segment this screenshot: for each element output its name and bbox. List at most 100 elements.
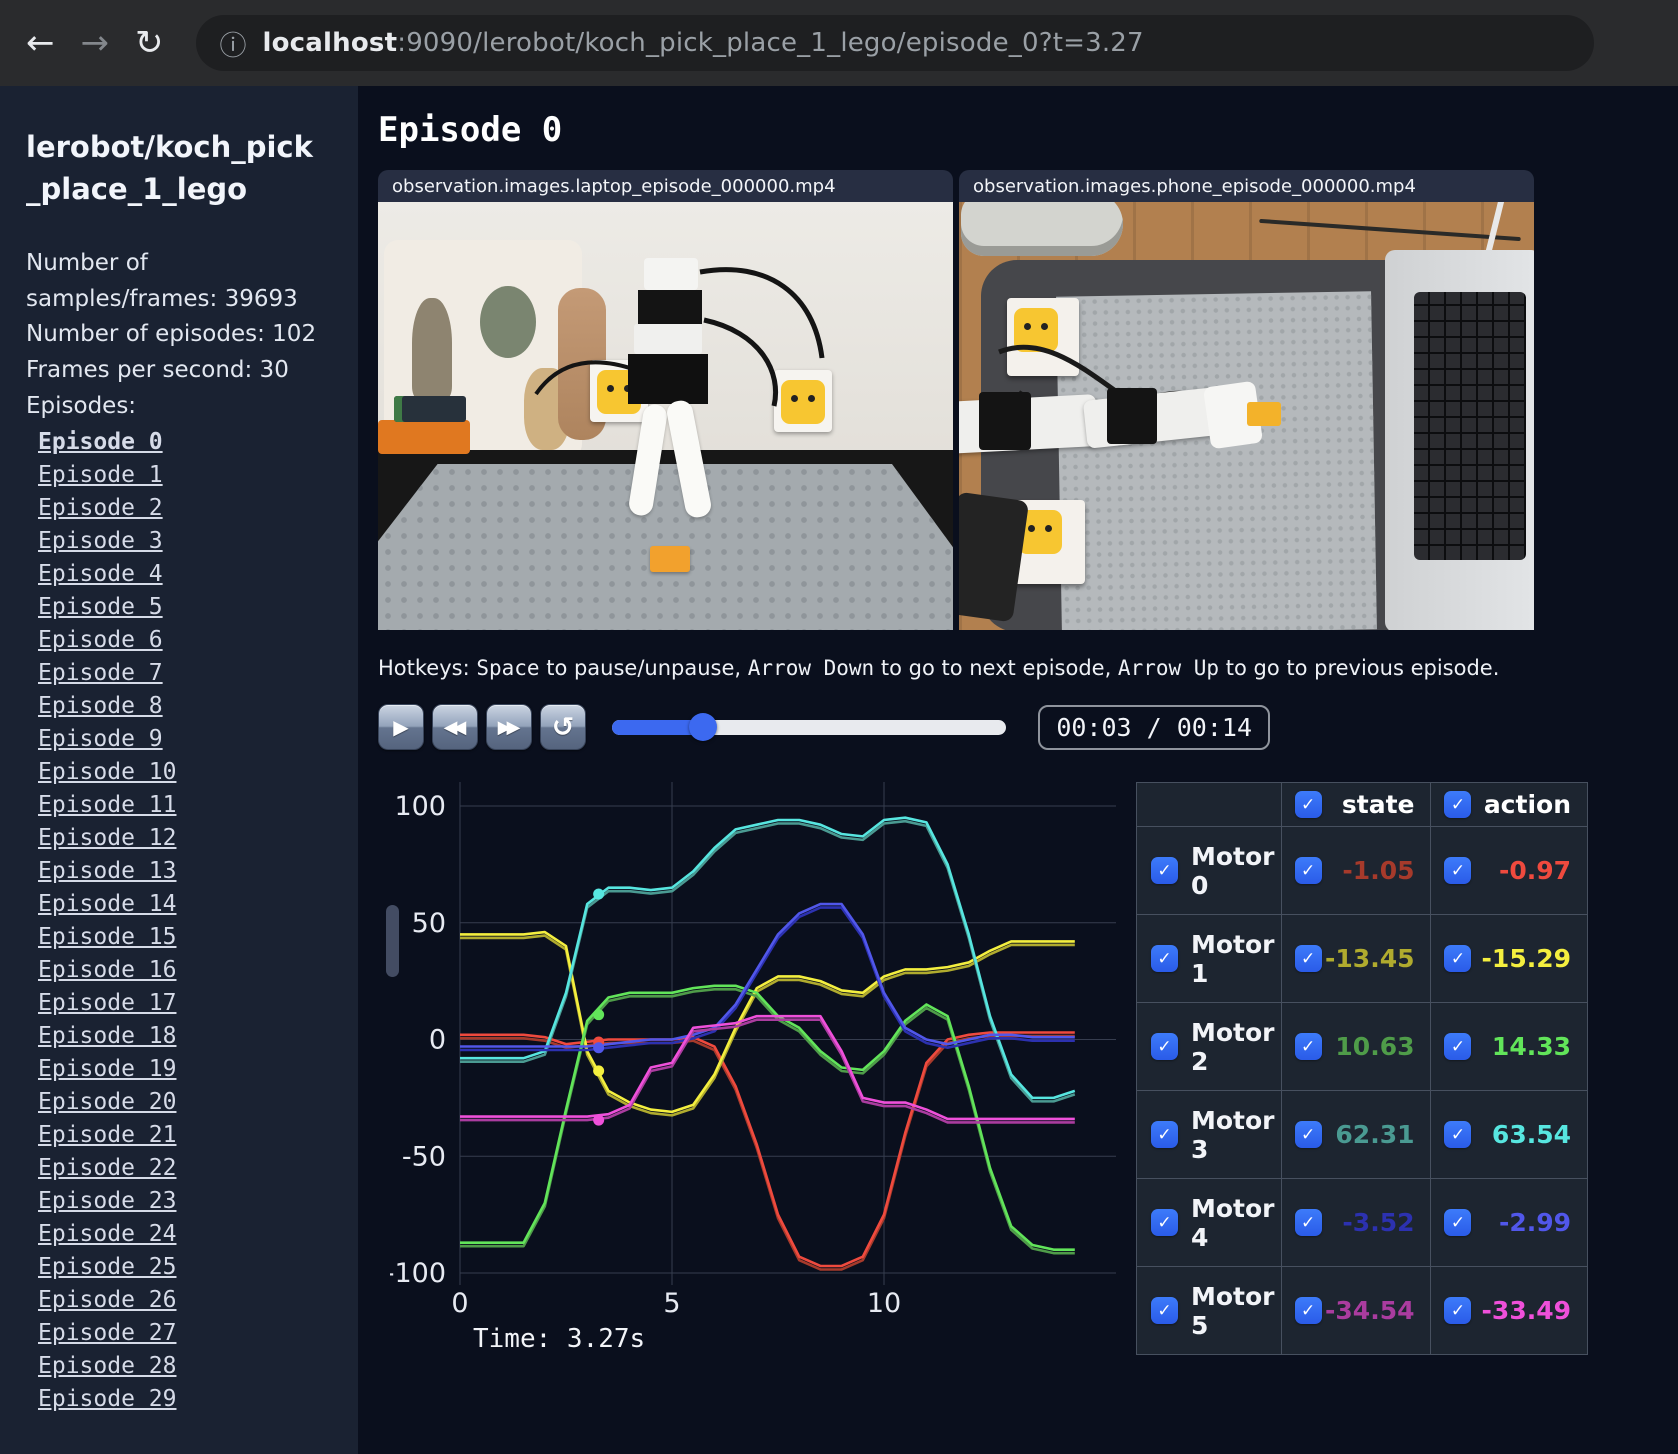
action-column-checkbox[interactable]: ✓ bbox=[1444, 791, 1472, 818]
motor-row: ✓ Motor 1 ✓ -13.45 ✓ -15.29 bbox=[1136, 914, 1588, 1003]
action-value-checkbox[interactable]: ✓ bbox=[1444, 1033, 1472, 1060]
decor-robot-joint bbox=[979, 392, 1031, 450]
sidebar-episode-link[interactable]: Episode 13 bbox=[38, 855, 358, 888]
sidebar-episode-link[interactable]: Episode 14 bbox=[38, 888, 358, 921]
svg-text:-50: -50 bbox=[402, 1141, 446, 1172]
forward-icon[interactable]: → bbox=[81, 26, 110, 60]
sidebar-episode-link[interactable]: Episode 12 bbox=[38, 822, 358, 855]
action-value: 14.33 bbox=[1491, 1032, 1571, 1061]
motor-label: Motor 4 bbox=[1191, 1193, 1275, 1252]
motor-label: Motor 2 bbox=[1191, 1017, 1275, 1076]
state-value-checkbox[interactable]: ✓ bbox=[1294, 1033, 1322, 1060]
sidebar-episode-link[interactable]: Episode 10 bbox=[38, 756, 358, 789]
rewind-button[interactable]: ◀◀ bbox=[432, 704, 478, 750]
decor-yellow-lego-brick bbox=[1247, 402, 1281, 426]
time-display: 00:03 / 00:14 bbox=[1038, 704, 1270, 750]
sidebar-episode-link[interactable]: Episode 4 bbox=[38, 558, 358, 591]
page-title: Episode 0 bbox=[378, 110, 563, 150]
sidebar-episode-link[interactable]: Episode 3 bbox=[38, 525, 358, 558]
sidebar-episode-link[interactable]: Episode 19 bbox=[38, 1053, 358, 1086]
motor-row-checkbox[interactable]: ✓ bbox=[1151, 1297, 1178, 1324]
video-panel-laptop: observation.images.laptop_episode_000000… bbox=[378, 170, 953, 630]
site-info-icon[interactable]: ⓘ bbox=[220, 24, 247, 63]
action-value: -33.49 bbox=[1481, 1296, 1571, 1325]
slider-thumb[interactable] bbox=[688, 712, 717, 741]
motor-row-checkbox[interactable]: ✓ bbox=[1151, 1121, 1178, 1148]
samples-count: Number of samples/frames: 39693 bbox=[26, 250, 298, 312]
motor-row-checkbox[interactable]: ✓ bbox=[1151, 945, 1178, 972]
sidebar-episode-link[interactable]: Episode 17 bbox=[38, 987, 358, 1020]
sidebar-episode-link[interactable]: Episode 24 bbox=[38, 1218, 358, 1251]
sidebar-episode-link[interactable]: Episode 6 bbox=[38, 624, 358, 657]
sidebar-episode-link[interactable]: Episode 25 bbox=[38, 1251, 358, 1284]
sidebar-episode-link[interactable]: Episode 11 bbox=[38, 789, 358, 822]
state-value: -34.54 bbox=[1325, 1296, 1415, 1325]
empty-header-cell bbox=[1136, 782, 1282, 827]
motor-label: Motor 0 bbox=[1191, 841, 1275, 900]
main-content: Episode 0 observation.images.laptop_epis… bbox=[358, 86, 1678, 1454]
state-value: 62.31 bbox=[1335, 1120, 1415, 1149]
sidebar-episode-link[interactable]: Episode 0 bbox=[38, 426, 358, 459]
sidebar-episode-link[interactable]: Episode 20 bbox=[38, 1086, 358, 1119]
motor-row-checkbox[interactable]: ✓ bbox=[1151, 1209, 1178, 1236]
sidebar-episode-link[interactable]: Episode 16 bbox=[38, 954, 358, 987]
decor-orange-lego-brick bbox=[650, 546, 690, 572]
sidebar-episode-link[interactable]: Episode 23 bbox=[38, 1185, 358, 1218]
sidebar-episode-link[interactable]: Episode 5 bbox=[38, 591, 358, 624]
fast-forward-button[interactable]: ▶▶ bbox=[486, 704, 532, 750]
state-value-checkbox[interactable]: ✓ bbox=[1294, 1209, 1322, 1236]
sidebar-episode-link[interactable]: Episode 21 bbox=[38, 1119, 358, 1152]
state-value-checkbox[interactable]: ✓ bbox=[1294, 945, 1322, 972]
action-value-checkbox[interactable]: ✓ bbox=[1444, 945, 1472, 972]
sidebar-episode-link[interactable]: Episode 29 bbox=[38, 1383, 358, 1416]
loop-button[interactable]: ↺ bbox=[540, 704, 586, 750]
action-value: -15.29 bbox=[1481, 944, 1571, 973]
sidebar-episode-link[interactable]: Episode 15 bbox=[38, 921, 358, 954]
state-value-checkbox[interactable]: ✓ bbox=[1294, 857, 1322, 884]
action-value-checkbox[interactable]: ✓ bbox=[1444, 857, 1472, 884]
episodes-label: Episodes: bbox=[26, 392, 137, 419]
svg-text:10: 10 bbox=[867, 1288, 901, 1319]
action-value-checkbox[interactable]: ✓ bbox=[1444, 1209, 1472, 1236]
motor-row: ✓ Motor 4 ✓ -3.52 ✓ -2.99 bbox=[1136, 1178, 1588, 1267]
state-value: 10.63 bbox=[1335, 1032, 1415, 1061]
sidebar-episode-link[interactable]: Episode 28 bbox=[38, 1350, 358, 1383]
state-value: -3.52 bbox=[1342, 1208, 1415, 1237]
video-title-phone: observation.images.phone_episode_000000.… bbox=[959, 170, 1534, 202]
sidebar-episode-link[interactable]: Episode 18 bbox=[38, 1020, 358, 1053]
sidebar-episode-link[interactable]: Episode 2 bbox=[38, 492, 358, 525]
sidebar-episode-link[interactable]: Episode 9 bbox=[38, 723, 358, 756]
sidebar-episode-link[interactable]: Episode 27 bbox=[38, 1317, 358, 1350]
action-value-checkbox[interactable]: ✓ bbox=[1444, 1297, 1472, 1324]
motor-row: ✓ Motor 3 ✓ 62.31 ✓ 63.54 bbox=[1136, 1090, 1588, 1179]
sidebar-episode-link[interactable]: Episode 8 bbox=[38, 690, 358, 723]
motor-row-checkbox[interactable]: ✓ bbox=[1151, 1033, 1178, 1060]
play-button[interactable]: ▶ bbox=[378, 704, 424, 750]
chart-and-table: 100 50 0 -50 -100 0 5 10 Time: 3.27s ✓ state ✓ ac… bbox=[378, 762, 1678, 1355]
state-value-checkbox[interactable]: ✓ bbox=[1294, 1121, 1322, 1148]
sidebar-episode-link[interactable]: Episode 26 bbox=[38, 1284, 358, 1317]
url-path: :9090/lerobot/koch_pick_place_1_lego/epi… bbox=[397, 28, 1144, 58]
reload-icon[interactable]: ↻ bbox=[135, 26, 164, 60]
video-row: observation.images.laptop_episode_000000… bbox=[378, 170, 1678, 630]
fps-info: Frames per second: 30 bbox=[26, 357, 289, 384]
sidebar-episode-link[interactable]: Episode 22 bbox=[38, 1152, 358, 1185]
url-bar[interactable]: ⓘ localhost:9090/lerobot/koch_pick_place… bbox=[195, 15, 1594, 71]
decor-robot-segment bbox=[638, 290, 702, 324]
sidebar-episode-link[interactable]: Episode 7 bbox=[38, 657, 358, 690]
motor-row-checkbox[interactable]: ✓ bbox=[1151, 857, 1178, 884]
timeline-slider[interactable] bbox=[612, 712, 1007, 741]
hotkeys-help: Hotkeys: Space to pause/unpause, Arrow D… bbox=[378, 656, 1500, 680]
state-value-checkbox[interactable]: ✓ bbox=[1294, 1297, 1322, 1324]
decor-robot-base bbox=[628, 354, 708, 404]
action-value-checkbox[interactable]: ✓ bbox=[1444, 1121, 1472, 1148]
sidebar-episode-link[interactable]: Episode 1 bbox=[38, 459, 358, 492]
decor-robot-camera bbox=[644, 258, 698, 290]
state-value: -1.05 bbox=[1342, 856, 1415, 885]
table-header-row: ✓ state ✓ action bbox=[1136, 782, 1588, 827]
motor-table: ✓ state ✓ action ✓ Motor 0 ✓ -1.05 ✓ -0.97 ✓ Moto… bbox=[1136, 782, 1588, 1355]
scrollbar-thumb[interactable] bbox=[386, 905, 399, 977]
url-host: localhost bbox=[262, 28, 398, 58]
back-icon[interactable]: ← bbox=[26, 26, 55, 60]
state-column-checkbox[interactable]: ✓ bbox=[1294, 791, 1322, 818]
